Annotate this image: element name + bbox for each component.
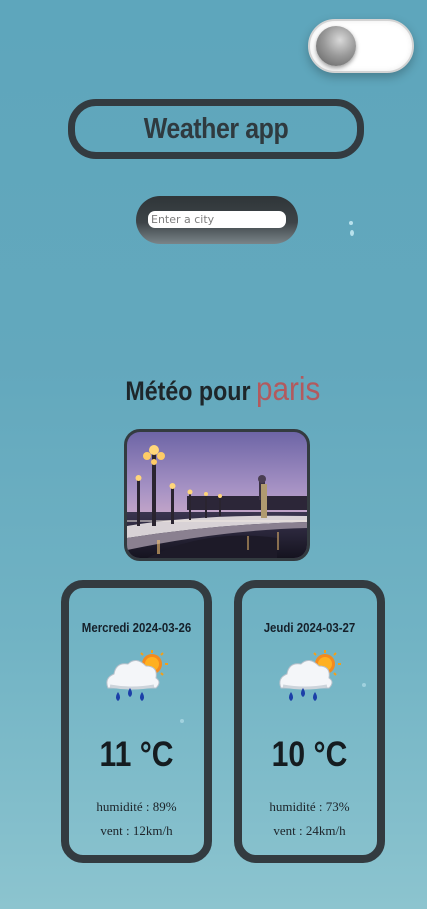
decorative-dot [350, 230, 354, 236]
forecast-date: Mercredi 2024-03-26 [81, 620, 192, 635]
forecast-humidity: humidité : 89% [96, 799, 177, 814]
weather-heading-label: Météo pour [125, 376, 251, 406]
rain-cloud-sun-icon [106, 650, 168, 701]
rain-cloud-sun-icon [279, 650, 341, 701]
forecast-card: Jeudi 2024-03-27 10 °C humidité : 73% ve… [234, 580, 385, 863]
weather-heading: Météo pour paris [0, 370, 427, 408]
forecast-wind: vent : 24km/h [273, 823, 346, 838]
city-name: paris [256, 370, 321, 407]
forecast-humidity: humidité : 73% [269, 799, 350, 814]
city-photo [124, 429, 310, 561]
forecast-temperature: 11 °C [99, 735, 174, 774]
app-title-box: Weather app [68, 99, 364, 159]
forecast-date: Jeudi 2024-03-27 [263, 620, 356, 635]
forecast-card: Mercredi 2024-03-26 11 °C humidité : 89%… [61, 580, 212, 863]
forecast-wind: vent : 12km/h [100, 823, 173, 838]
decorative-dot [349, 221, 353, 225]
app-title: Weather app [143, 112, 289, 145]
theme-toggle[interactable] [308, 19, 414, 73]
search-container [136, 196, 298, 244]
city-search-input[interactable] [148, 211, 286, 228]
forecast-temperature: 10 °C [271, 735, 348, 774]
toggle-knob[interactable] [316, 26, 356, 66]
